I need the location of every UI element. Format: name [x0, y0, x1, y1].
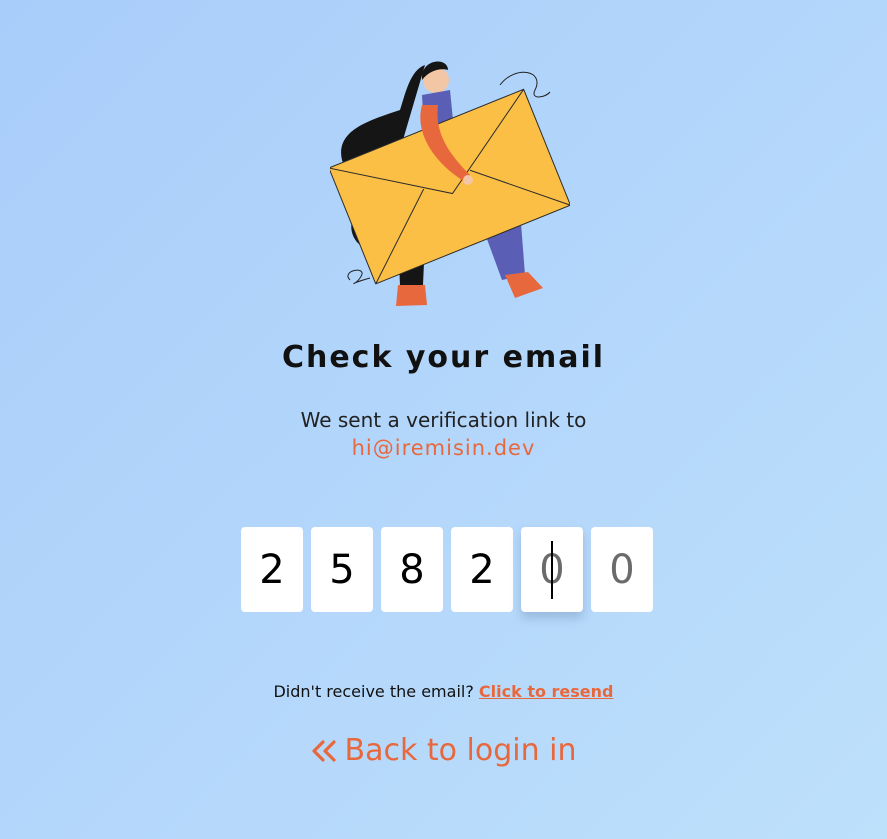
otp-digit-3[interactable]: 8	[381, 527, 443, 612]
sent-message: We sent a verification link to	[300, 408, 587, 432]
page-title: Check your email	[281, 340, 606, 375]
resend-prompt: Didn't receive the email?	[273, 682, 474, 701]
back-label: Back to login in	[344, 733, 577, 768]
double-chevron-left-icon	[311, 733, 337, 768]
email-address: hi@iremisin.dev	[351, 436, 536, 460]
email-illustration	[328, 50, 572, 315]
text-caret	[551, 541, 553, 599]
resend-link[interactable]: Click to resend	[479, 682, 614, 701]
otp-digit-5[interactable]: 0	[521, 527, 583, 612]
resend-row: Didn't receive the email? Click to resen…	[0, 682, 887, 701]
otp-input-group: 2 5 8 2 0 0	[241, 527, 653, 612]
otp-digit-6[interactable]: 0	[591, 527, 653, 612]
otp-digit-2[interactable]: 5	[311, 527, 373, 612]
otp-digit-1[interactable]: 2	[241, 527, 303, 612]
otp-digit-4[interactable]: 2	[451, 527, 513, 612]
back-to-login-link[interactable]: Back to login in	[0, 733, 887, 768]
